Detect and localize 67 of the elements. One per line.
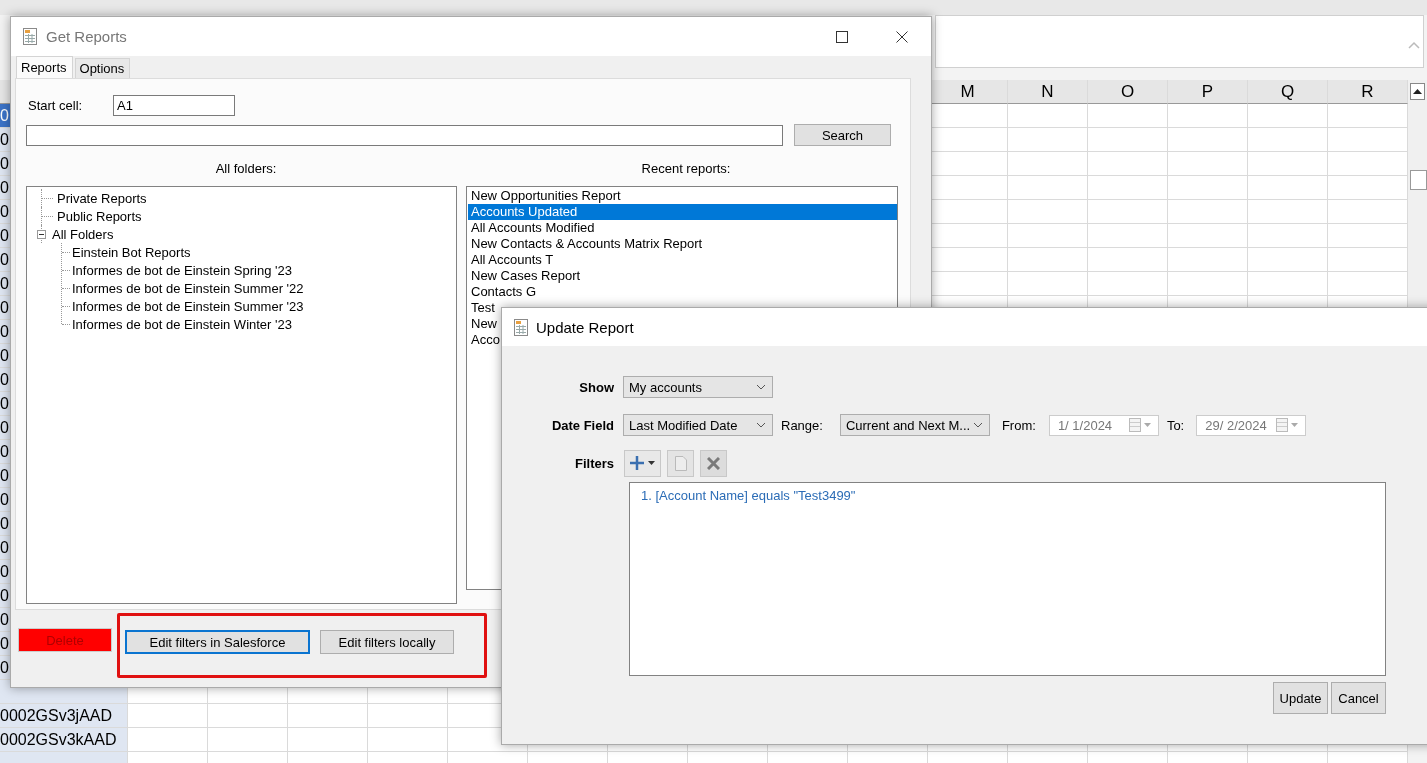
action-button[interactable]: Edit filters locally <box>320 630 454 654</box>
field-label: Show <box>578 379 615 395</box>
field-label: To: <box>1166 417 1185 433</box>
list-item[interactable]: Contacts G <box>468 284 539 300</box>
column-header[interactable]: N <box>1008 80 1088 104</box>
search-button[interactable]: Search <box>794 124 891 146</box>
action-button[interactable]: Edit filters in Salesforce <box>125 630 310 654</box>
window-title: Get Reports <box>46 28 127 45</box>
tree-line <box>42 215 53 217</box>
list-item[interactable]: New Cases Report <box>468 268 583 284</box>
list-item[interactable]: All Accounts Modified <box>468 220 597 236</box>
dialog-button[interactable]: Update <box>1273 682 1328 714</box>
report-icon <box>513 317 529 337</box>
list-item[interactable]: Accounts Updated <box>468 204 897 220</box>
field-label: Date Field <box>550 417 615 433</box>
list-item[interactable]: New Contacts & Accounts Matrix Report <box>468 236 705 252</box>
delete-filter-button[interactable] <box>700 449 727 477</box>
plus-icon <box>630 456 644 470</box>
chevron-down-icon <box>756 384 766 390</box>
add-filter-button[interactable] <box>624 449 661 477</box>
window-title: Update Report <box>536 318 634 336</box>
section-heading: Recent reports: <box>640 160 732 176</box>
document-icon <box>674 455 687 471</box>
filter-list[interactable]: 1. [Account Name] equals "Test3499" <box>629 482 1386 676</box>
tree-line <box>62 305 70 307</box>
tree-line <box>62 287 70 289</box>
section-heading: All folders: <box>214 160 278 176</box>
caret-up-icon <box>1413 89 1422 94</box>
list-item[interactable]: Test <box>468 300 497 316</box>
tree-item[interactable]: All Folders <box>52 226 114 242</box>
table-cell: 0002GSv3jAAD <box>0 704 128 728</box>
field-label: From: <box>1001 417 1036 433</box>
tree-line <box>62 269 70 271</box>
caret-down-icon <box>648 461 655 465</box>
tree-line <box>62 251 70 253</box>
tree-line <box>62 323 70 325</box>
calendar-icon <box>1128 418 1154 432</box>
list-item[interactable]: New <box>468 316 499 332</box>
list-item[interactable]: New Opportunities Report <box>468 188 623 204</box>
scrollbar-thumb[interactable] <box>1410 170 1427 190</box>
dropdown[interactable]: Last Modified Date <box>623 414 773 436</box>
dialog-button[interactable]: Cancel <box>1331 682 1386 714</box>
maximize-icon <box>836 30 848 43</box>
folder-tree[interactable] <box>26 186 457 604</box>
search-field[interactable] <box>26 124 783 146</box>
tab[interactable]: Reports <box>16 56 73 78</box>
chevron-down-icon <box>972 422 983 428</box>
close-icon <box>707 456 720 470</box>
tab[interactable]: Options <box>74 58 131 78</box>
column-header[interactable]: O <box>1088 80 1168 104</box>
filter-item[interactable]: 1. [Account Name] equals "Test3499" <box>641 488 1385 503</box>
column-header[interactable]: P <box>1168 80 1248 104</box>
table-cell: 0002GSv3kAAD <box>0 728 128 752</box>
tree-line <box>42 197 53 199</box>
start-cell-field[interactable]: A1 <box>113 95 235 116</box>
scroll-up-button[interactable] <box>1410 83 1425 100</box>
list-item[interactable]: Acco <box>468 332 502 348</box>
close-icon <box>896 30 908 43</box>
field-label: Range: <box>781 417 823 433</box>
list-item[interactable]: All Accounts T <box>468 252 556 268</box>
dropdown[interactable]: My accounts <box>623 376 773 398</box>
field-label: Filters <box>574 455 615 471</box>
dropdown[interactable]: Current and Next M... <box>839 414 990 436</box>
chevron-up-icon <box>1408 41 1420 49</box>
chevron-down-icon <box>756 422 766 428</box>
column-header[interactable]: Q <box>1248 80 1328 104</box>
report-icon <box>22 27 38 46</box>
